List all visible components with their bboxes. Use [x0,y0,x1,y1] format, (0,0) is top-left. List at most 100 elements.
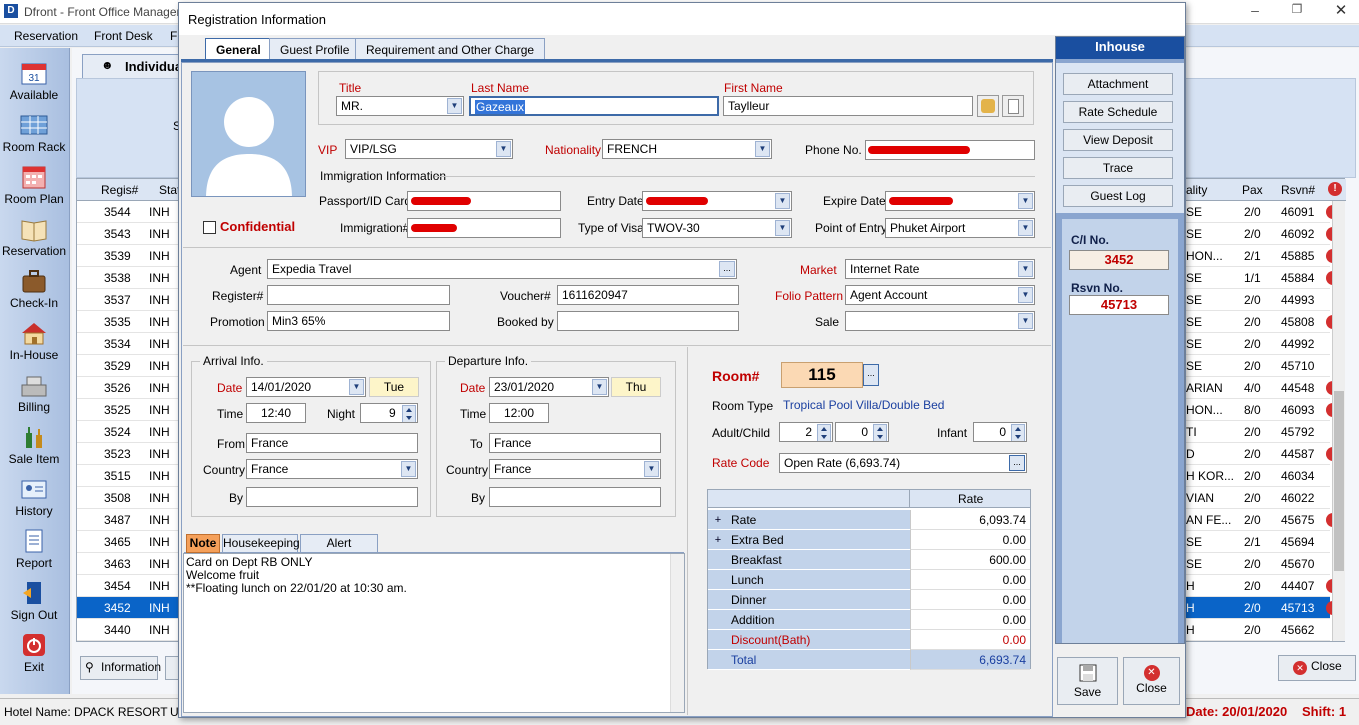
table-row[interactable]: 3538 INH [77,267,187,289]
menu-reservation[interactable]: Reservation [14,29,78,43]
table-row[interactable]: SE 2/0 44993 [1186,289,1330,311]
minimize-button[interactable]: – [1240,2,1270,20]
table-row[interactable]: 3440 INH [77,619,187,641]
departure-country-select[interactable]: France ▼ [489,459,661,479]
departure-time-input[interactable]: 12:00 [489,403,549,423]
rate-row[interactable]: Breakfast 600.00 [708,550,1030,570]
trace-button[interactable]: Trace [1063,157,1173,179]
rate-row[interactable]: Lunch 0.00 [708,570,1030,590]
tab-guest-profile[interactable]: Guest Profile [269,38,361,60]
table-row[interactable]: D2/044587! [1186,443,1340,465]
tab-requirement[interactable]: Requirement and Other Charge [355,38,546,60]
chevron-down-icon[interactable]: ▼ [644,461,659,477]
table-row[interactable]: 3537 INH [77,289,187,311]
chevron-down-icon[interactable]: ▼ [775,193,790,209]
guest-search-button[interactable] [977,95,999,117]
chevron-down-icon[interactable]: ▼ [1018,220,1033,236]
entry-date-picker[interactable]: ▼ [642,191,792,211]
departure-by-input[interactable] [489,487,661,507]
promotion-input[interactable]: Min3 65% [267,311,450,331]
chevron-down-icon[interactable]: ▼ [401,461,416,477]
table-row[interactable]: 3526 INH [77,377,187,399]
rate-row[interactable]: Discount(Bath) 0.00 [708,630,1030,650]
table-row[interactable]: 3539 INH [77,245,187,267]
table-row[interactable]: SE2/045808! [1186,311,1340,333]
table-row[interactable]: H 2/0 45662 [1186,619,1330,641]
guest-log-button[interactable]: Guest Log [1063,185,1173,207]
sidebar-item-report[interactable]: Report [0,524,68,576]
table-row[interactable]: 3544 INH [77,201,187,223]
voucher-input[interactable]: 1611620947 [557,285,739,305]
rate-code-lookup-button[interactable]: ... [1009,455,1025,471]
table-row[interactable]: 3508 INH [77,487,187,509]
sidebar-item-check-in[interactable]: Check-In [0,264,68,316]
sidebar-item-sale-item[interactable]: Sale Item [0,420,68,472]
rate-schedule-button[interactable]: Rate Schedule [1063,101,1173,123]
table-row[interactable]: SE 2/1 45694 [1186,531,1330,553]
room-number[interactable]: 115 [781,362,863,388]
chevron-down-icon[interactable]: ▼ [592,379,607,395]
background-close-button[interactable]: ✕ Close [1278,655,1356,681]
spin-icon[interactable] [1011,424,1025,441]
arrival-date-picker[interactable]: 14/01/2020 ▼ [246,377,366,397]
table-row[interactable]: 3534 INH [77,333,187,355]
restore-button[interactable]: ❐ [1282,2,1312,20]
document-button[interactable] [1002,95,1024,117]
table-row[interactable]: ARIAN4/044548! [1186,377,1340,399]
child-stepper[interactable]: 0 [835,422,889,442]
confidential-checkbox[interactable] [203,221,216,234]
table-row[interactable]: SE 2/0 45670 [1186,553,1330,575]
sale-select[interactable]: ▼ [845,311,1035,331]
table-row[interactable]: H2/044407! [1186,575,1340,597]
note-scrollbar[interactable] [670,554,684,712]
tab-general[interactable]: General [205,38,272,61]
table-row[interactable]: HON...8/046093! [1186,399,1340,421]
table-row[interactable]: 3454 INH [77,575,187,597]
sidebar-item-room-rack[interactable]: Room Rack [0,108,68,160]
chevron-down-icon[interactable]: ▼ [1018,287,1033,303]
first-name-input[interactable]: Taylleur [723,96,973,116]
folio-pattern-select[interactable]: Agent Account ▼ [845,285,1035,305]
table-row[interactable]: 3525 INH [77,399,187,421]
rate-value-cell[interactable]: 0.00 [910,590,1030,610]
chevron-down-icon[interactable]: ▼ [1018,313,1033,329]
table-row[interactable]: 3543 INH [77,223,187,245]
expire-date-picker[interactable]: ▼ [885,191,1035,211]
register-input[interactable] [267,285,450,305]
table-row[interactable]: 3487 INH [77,509,187,531]
table-row[interactable]: 3524 INH [77,421,187,443]
tab-housekeeping[interactable]: Housekeeping [222,534,300,553]
agent-lookup-button[interactable]: ... [719,261,735,277]
chevron-down-icon[interactable]: ▼ [349,379,364,395]
agent-input[interactable]: Expedia Travel ... [267,259,737,279]
departure-date-picker[interactable]: 23/01/2020 ▼ [489,377,609,397]
tab-note[interactable]: Note [186,534,220,553]
title-select[interactable]: MR. ▼ [336,96,464,116]
table-row[interactable]: SE1/145884! [1186,267,1340,289]
point-of-entry-select[interactable]: Phuket Airport ▼ [885,218,1035,238]
sidebar-item-reservation[interactable]: Reservation [0,212,68,264]
sidebar-item-available[interactable]: 31 Available [0,56,68,108]
rate-row[interactable]: + Extra Bed 0.00 [708,530,1030,550]
table-row[interactable]: 3535 INH [77,311,187,333]
spin-icon[interactable] [873,424,887,441]
information-button[interactable]: ⚲ Information [80,656,161,680]
rate-value-cell[interactable]: 6,693.74 [910,650,1030,670]
arrival-time-input[interactable]: 12:40 [246,403,306,423]
tab-alert-message[interactable]: Alert Message [300,534,378,567]
rate-row[interactable]: Dinner 0.00 [708,590,1030,610]
spin-icon[interactable] [817,424,831,441]
scrollbar-thumb[interactable] [1334,391,1344,571]
expand-cell[interactable]: + [708,510,728,530]
table-row[interactable]: 3515 INH [77,465,187,487]
rate-value-cell[interactable]: 0.00 [910,530,1030,550]
table-row[interactable]: 3465 INH [77,531,187,553]
table-row[interactable]: TI 2/0 45792 [1186,421,1330,443]
nationality-select[interactable]: FRENCH ▼ [602,139,772,159]
expand-cell[interactable]: + [708,530,728,550]
table-row[interactable]: AN FE...2/045675! [1186,509,1340,531]
sidebar-item-sign-out[interactable]: Sign Out [0,576,68,628]
table-scrollbar[interactable] [1332,201,1345,641]
rate-value-cell[interactable]: 0.00 [910,610,1030,630]
attachment-button[interactable]: Attachment [1063,73,1173,95]
